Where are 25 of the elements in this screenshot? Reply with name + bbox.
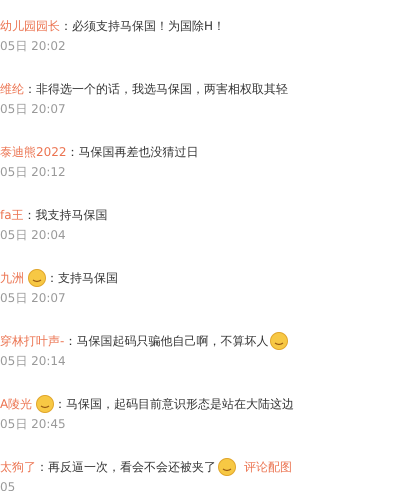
comment-text: ：再反逼一次，看会不会还被夹了	[36, 458, 216, 476]
comment-time: 05日 20:14	[0, 353, 67, 370]
comment-time: 05日 20:02	[0, 38, 67, 55]
user-name[interactable]: 维纶	[0, 80, 24, 98]
comment-time: 05	[0, 479, 16, 491]
comment-time: 05日 20:04	[0, 227, 67, 244]
comment-text: ：马保国，起码目前意识形态是站在大陆这边	[54, 396, 294, 412]
comment-text: ：我支持马保国	[24, 206, 108, 224]
user-name[interactable]: 太狗了	[0, 458, 36, 476]
comment-image-link[interactable]: 评论配图	[244, 458, 292, 476]
user-name[interactable]: fa王	[0, 206, 24, 224]
user-name[interactable]: A陵光	[0, 394, 32, 412]
user-name[interactable]: 九洲	[0, 268, 24, 286]
user-name[interactable]: 泰迪熊2022	[0, 142, 67, 160]
user-name[interactable]: 穿林打叶声-	[0, 332, 64, 350]
comment-text: ：马保国起码只骗他自己啊，不算坏人	[64, 332, 268, 350]
comment-text: ：必须支持马保国！为国除H！	[60, 18, 226, 34]
comment-time: 05日 20:07	[0, 290, 67, 307]
comment-time: 05日 20:12	[0, 164, 67, 181]
comment-text: ：马保国再差也没猜过日	[66, 144, 199, 160]
user-name[interactable]: 幼儿园园长	[0, 16, 60, 34]
comment-text: ：支持马保国	[46, 270, 118, 286]
comment-time: 05日 20:07	[0, 101, 67, 118]
comment-time: 05日 20:45	[0, 416, 67, 433]
comment-text: ：非得选一个的话，我选马保国，两害相权取其轻	[24, 80, 288, 98]
